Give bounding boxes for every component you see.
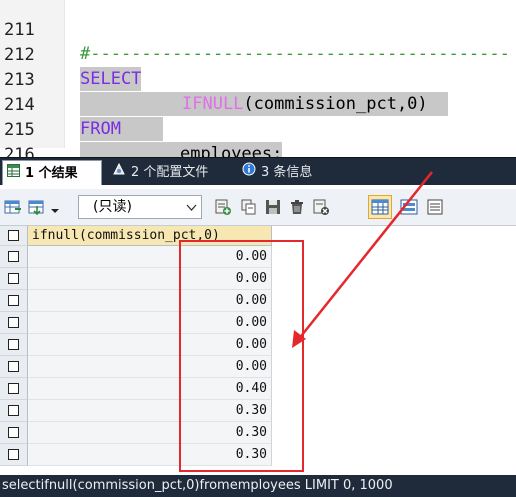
annotation-arrow-icon (292, 171, 433, 348)
status-query-text: selectifnull(commission_pct,0)fromemploy… (2, 478, 393, 493)
status-bar: selectifnull(commission_pct,0)fromemploy… (0, 475, 516, 497)
